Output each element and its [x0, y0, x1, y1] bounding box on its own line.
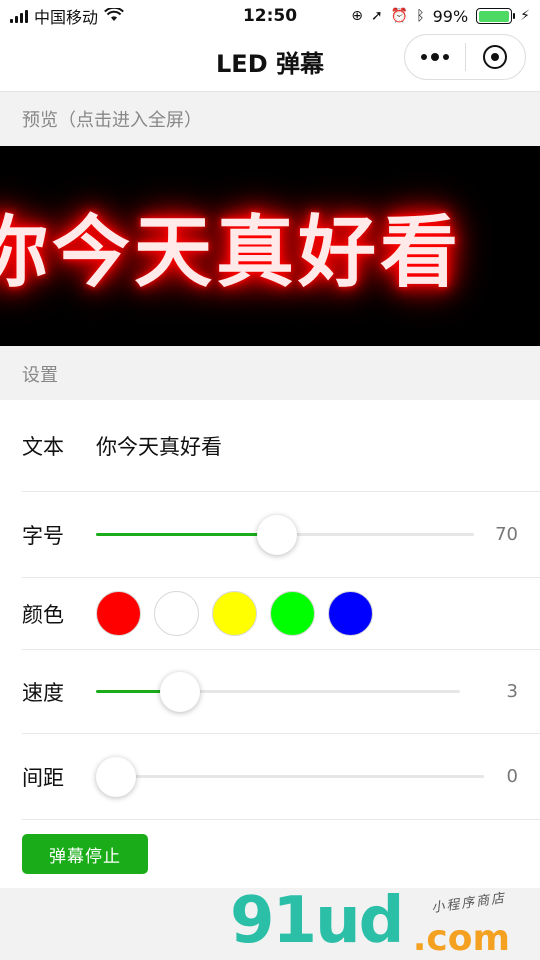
signal-icon — [10, 9, 28, 23]
speed-label: 速度 — [22, 680, 64, 705]
led-preview[interactable]: 你今天真好看 — [0, 146, 540, 346]
close-mini-program-button[interactable] — [466, 35, 526, 79]
color-swatch-1[interactable] — [96, 591, 149, 644]
stop-danmaku-button[interactable]: 弹幕停止 — [22, 834, 148, 874]
spacing-slider-track — [96, 775, 484, 778]
color-swatch-5[interactable] — [328, 591, 373, 636]
size-row: 字号 70 — [22, 492, 540, 578]
more-dots-icon — [420, 53, 449, 61]
spacing-value: 0 — [506, 766, 518, 787]
text-row: 文本 你今天真好看 — [22, 400, 540, 492]
speed-row: 速度 3 — [22, 650, 540, 734]
color-swatch-4[interactable] — [270, 591, 315, 636]
spacing-slider[interactable] — [96, 756, 484, 797]
color-row: 颜色 — [22, 578, 540, 650]
size-label: 字号 — [22, 523, 64, 548]
text-label: 文本 — [22, 434, 64, 459]
settings-panel: 文本 你今天真好看 字号 70 颜色 速度 3 间距 0 弹幕停止 — [0, 400, 540, 888]
watermark-com: .com — [412, 918, 510, 959]
wifi-icon — [104, 6, 124, 26]
battery-icon — [476, 8, 516, 24]
color-swatch-3[interactable] — [212, 591, 257, 636]
speed-slider-thumb[interactable] — [159, 671, 200, 712]
alarm-icon: ⏰ — [390, 8, 409, 24]
nav-bar: LED 弹幕 — [0, 32, 540, 92]
watermark-main: 91ud — [230, 884, 404, 958]
spacing-label: 间距 — [22, 765, 64, 790]
size-slider-thumb[interactable] — [257, 514, 298, 555]
status-left: 中国移动 — [10, 4, 124, 28]
color-label: 颜色 — [22, 602, 64, 627]
location-icon: ➚ — [371, 8, 383, 24]
status-right: ⊕ ➚ ⏰ ᛒ 99% ⚡ — [351, 7, 530, 26]
settings-header: 设置 — [0, 348, 540, 400]
preview-header: 预览（点击进入全屏） — [0, 93, 540, 145]
spacing-slider-thumb[interactable] — [96, 756, 136, 797]
rotation-lock-icon: ⊕ — [351, 8, 364, 24]
mini-program-capsule — [404, 34, 526, 80]
size-value: 70 — [495, 524, 518, 545]
led-scrolling-text: 你今天真好看 — [0, 208, 463, 298]
watermark-logo: 91ud .com 小程序商店 — [230, 884, 510, 960]
carrier-label: 中国移动 — [34, 8, 99, 27]
text-input[interactable]: 你今天真好看 — [96, 431, 222, 461]
charging-icon: ⚡ — [520, 8, 530, 24]
battery-fill — [478, 10, 510, 22]
speed-value: 3 — [506, 681, 518, 702]
battery-percent: 99% — [432, 6, 469, 26]
size-slider-fill — [96, 533, 278, 536]
spacing-row: 间距 0 — [22, 734, 540, 820]
size-slider[interactable] — [96, 514, 474, 555]
color-swatch-2[interactable] — [154, 591, 199, 636]
watermark-sub: 小程序商店 — [430, 890, 507, 917]
status-bar: 中国移动 12:50 ⊕ ➚ ⏰ ᛒ 99% ⚡ — [0, 0, 540, 32]
bluetooth-icon: ᛒ — [416, 8, 425, 24]
more-button[interactable] — [405, 35, 465, 79]
speed-slider[interactable] — [96, 671, 460, 712]
color-swatches — [96, 591, 373, 644]
target-icon — [483, 45, 508, 69]
